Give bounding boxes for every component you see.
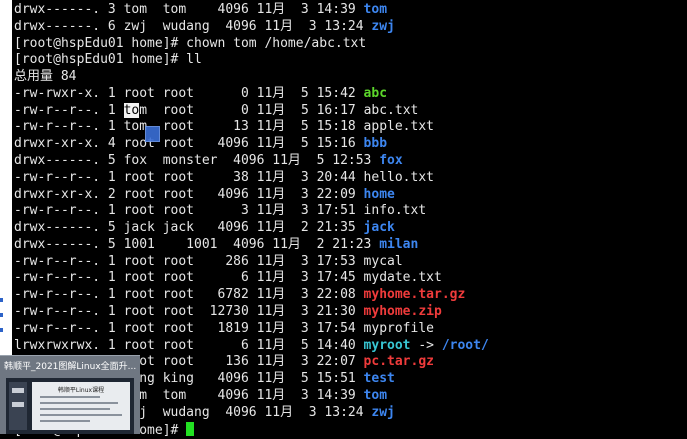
line-text: drwx------. 5 jack jack 4096 11月 2 21:35 [14,220,364,236]
file-name: zwj [371,404,395,420]
line-text: drwx------. 6 zwj wudang 4096 11月 3 13:2… [14,18,372,34]
terminal-line: -rw-r--r--. 1 root root 286 11月 3 17:53 … [14,254,403,270]
file-name: apple.txt [363,119,434,135]
file-name: tom [363,387,388,403]
line-text: -rw-r--r--. 1 root root 12730 11月 3 21:3… [14,304,364,320]
file-name: abc [363,85,388,101]
line-text: [root@hspEdu01 home]# ll [14,52,202,68]
line-text: drwxr-xr-x. 4 root root 4096 11月 5 15:16 [14,136,364,152]
line-text: -rw-r--r--. 1 root root 1819 11月 3 17:54 [14,320,364,336]
line-text: drwx------. 5 1001 1001 4096 11月 2 21:23 [14,236,380,252]
thumbnail-preview: 韩顺平Linux课程 [6,378,134,434]
thumbnail-document: 韩顺平Linux课程 [32,382,130,430]
terminal-line: -rw-r--r--. 1 root root 38 11月 3 20:44 h… [14,170,434,186]
file-name: jack [363,220,395,236]
left-edge-marker [0,298,3,302]
file-name: info.txt [363,203,427,219]
video-thumbnail[interactable]: 韩顺平_2021图解Linux全面升... 韩顺平Linux课程 [0,355,140,434]
line-text: -rw-r--r--. 1 root root 6782 11月 3 22:08 [14,287,364,303]
line-text: -rw-r--r--. 1 root root 286 11月 3 17:53 [14,253,364,269]
file-name: mydate.txt [363,270,442,286]
terminal-line: drwx------. 6 zwj wudang 4096 11月 3 13:2… [14,19,395,35]
terminal-line: -rw-r--r--. 1 tom root 0 11月 5 16:17 abc… [14,102,419,119]
file-name: zwj [371,18,395,34]
terminal-line: lrwxrwxrwx. 1 root root 6 11月 5 14:40 my… [14,338,489,354]
line-text: drwx------. 5 fox monster 4096 11月 5 12:… [14,153,380,169]
line-text: -rw-r--r--. 1 tom root 13 11月 5 15:18 [14,119,364,135]
terminal-line: -rw-r--r--. 1 root root 3 11月 3 17:51 in… [14,203,426,219]
file-name: mycal [363,253,403,269]
terminal-line: -rw-r--r--. 1 root root 12730 11月 3 21:3… [14,304,442,320]
link-target: /root/ [441,337,489,353]
thumbnail-sidebar [9,382,27,430]
file-name: myhome.zip [363,304,442,320]
mouse-cursor-icon [145,126,160,142]
file-name: home [363,186,395,202]
line-text: -rw-r--r--. 1 tom root 0 11月 5 16:17 [14,102,364,118]
terminal-line: drwx------. 3 tom tom 4096 11月 3 14:39 t… [14,2,387,18]
terminal-line: 总用量 84 [14,69,76,85]
terminal-line: -rw-r--r--. 1 root root 6782 11月 3 22:08… [14,287,465,303]
file-name: milan [379,236,419,252]
terminal-line: -rw-r--r--. 1 tom root 13 11月 5 15:18 ap… [14,119,434,135]
file-name: test [363,371,395,387]
file-name: myprofile [363,320,434,336]
line-text: drwxr-xr-x. 2 root root 4096 11月 3 22:09 [14,186,364,202]
file-name: tom [363,2,388,17]
file-name: abc.txt [363,102,419,118]
left-edge-marker [0,313,3,317]
line-text: -rw-r--r--. 1 root root 3 11月 3 17:51 [14,203,364,219]
terminal-line: drwx------. 5 1001 1001 4096 11月 2 21:23… [14,237,418,253]
file-name: pc.tar.gz [363,354,434,370]
line-text: lrwxrwxrwx. 1 root root 6 11月 5 14:40 [14,337,364,353]
file-name: hello.txt [363,169,434,185]
thumbnail-doc-title: 韩顺平Linux课程 [57,387,105,394]
file-name: myroot [363,337,411,353]
terminal-line: [root@hspEdu01 home]# ll [14,52,202,68]
line-text: -rw-r--r--. 1 root root 6 11月 3 17:45 [14,270,364,286]
line-text: -rw-r--r--. 1 root root 38 11月 3 20:44 [14,169,364,185]
left-edge-marker [0,328,3,332]
terminal-line: -rw-r--r--. 1 root root 1819 11月 3 17:54… [14,321,434,337]
line-text: -rw-rwxr-x. 1 root root 0 11月 5 15:42 [14,85,364,101]
line-text: drwx------. 3 tom tom 4096 11月 3 14:39 [14,2,364,17]
link-arrow: -> [410,337,442,353]
terminal-line: drwx------. 5 fox monster 4096 11月 5 12:… [14,153,403,169]
text-selection: to [123,102,140,118]
terminal-line: drwxr-xr-x. 4 root root 4096 11月 5 15:16… [14,136,387,152]
line-text: 总用量 84 [14,69,77,85]
terminal-line: drwxr-xr-x. 2 root root 4096 11月 3 22:09… [14,187,395,203]
file-name: myhome.tar.gz [363,287,466,303]
file-name: bbb [363,136,388,152]
text-cursor [186,421,195,436]
terminal-line: drwx------. 5 jack jack 4096 11月 2 21:35… [14,220,395,236]
thumbnail-title: 韩顺平_2021图解Linux全面升... [4,362,137,372]
terminal-line: -rw-rwxr-x. 1 root root 0 11月 5 15:42 ab… [14,86,387,102]
terminal-line: -rw-r--r--. 1 root root 6 11月 3 17:45 my… [14,270,442,286]
line-text: [root@hspEdu01 home]# chown tom /home/ab… [14,35,367,51]
terminal-line: [root@hspEdu01 home]# chown tom /home/ab… [14,36,366,52]
file-name: fox [379,153,403,169]
